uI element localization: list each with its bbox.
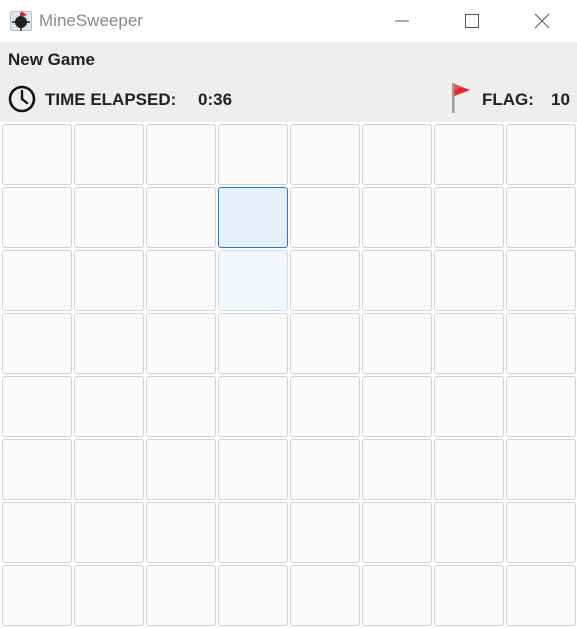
mine-cell[interactable] [146,565,216,626]
mine-cell[interactable] [506,376,576,437]
mine-cell[interactable] [218,187,288,248]
window-title: MineSweeper [39,11,143,30]
red-flag-icon [448,81,476,115]
mine-cell[interactable] [434,565,504,626]
mine-cell[interactable] [74,376,144,437]
mine-cell[interactable] [74,502,144,563]
mine-cell[interactable] [146,124,216,185]
minimize-button[interactable] [367,0,437,42]
status-bar: TIME ELAPSED: 0:36 FLAG: 10 [0,76,577,122]
mine-cell[interactable] [2,250,72,311]
mine-cell[interactable] [434,250,504,311]
mine-cell[interactable] [218,250,288,311]
mine-cell[interactable] [362,187,432,248]
mine-cell[interactable] [218,502,288,563]
mine-cell[interactable] [2,439,72,500]
mine-cell[interactable] [290,502,360,563]
mine-cell[interactable] [146,250,216,311]
mine-cell[interactable] [434,502,504,563]
mine-cell[interactable] [506,124,576,185]
maximize-icon [465,14,479,28]
mine-cell[interactable] [218,313,288,374]
mine-cell[interactable] [146,313,216,374]
mine-cell[interactable] [434,439,504,500]
mine-cell[interactable] [74,124,144,185]
mine-cell[interactable] [74,565,144,626]
mine-cell[interactable] [362,565,432,626]
time-elapsed-value: 0:36 [198,90,233,109]
mine-cell[interactable] [362,250,432,311]
mine-cell[interactable] [434,313,504,374]
mine-cell[interactable] [290,313,360,374]
mine-cell[interactable] [362,124,432,185]
menu-bar: New Game [0,42,577,76]
mine-cell[interactable] [506,187,576,248]
mine-cell[interactable] [434,376,504,437]
mine-cell[interactable] [290,376,360,437]
mine-cell[interactable] [506,502,576,563]
mine-cell[interactable] [290,565,360,626]
mine-cell[interactable] [362,439,432,500]
mine-cell[interactable] [74,250,144,311]
mine-cell[interactable] [2,187,72,248]
mine-cell[interactable] [290,250,360,311]
mine-cell[interactable] [362,502,432,563]
mine-cell[interactable] [218,376,288,437]
mine-cell[interactable] [290,124,360,185]
flag-count-label: FLAG: [482,90,534,109]
mine-cell[interactable] [2,376,72,437]
mine-cell[interactable] [2,124,72,185]
mine-cell[interactable] [146,502,216,563]
mine-cell[interactable] [2,502,72,563]
mine-cell[interactable] [146,187,216,248]
mine-cell[interactable] [146,376,216,437]
mine-cell[interactable] [506,313,576,374]
title-bar: MineSweeper [0,0,577,42]
close-icon [534,13,550,29]
mine-cell[interactable] [434,187,504,248]
mine-cell[interactable] [290,439,360,500]
clock-icon [7,84,37,114]
mine-cell[interactable] [362,376,432,437]
mine-cell[interactable] [218,565,288,626]
mine-cell[interactable] [2,565,72,626]
mine-cell[interactable] [362,313,432,374]
mine-cell[interactable] [146,439,216,500]
mine-cell[interactable] [506,250,576,311]
mine-cell[interactable] [2,313,72,374]
mine-cell[interactable] [506,439,576,500]
minimize-icon [395,20,409,22]
window-controls [367,0,577,42]
mine-cell[interactable] [218,124,288,185]
mine-cell[interactable] [218,439,288,500]
minefield-grid [0,122,577,628]
mine-cell[interactable] [74,187,144,248]
minesweeper-app-icon [9,9,33,33]
mine-cell[interactable] [74,313,144,374]
mine-cell[interactable] [434,124,504,185]
mine-cell[interactable] [74,439,144,500]
mine-cell[interactable] [506,565,576,626]
new-game-menu[interactable]: New Game [8,50,95,70]
maximize-button[interactable] [437,0,507,42]
time-elapsed-label: TIME ELAPSED: [45,90,177,109]
flag-count-value: 10 [551,90,570,109]
close-button[interactable] [507,0,577,42]
mine-cell[interactable] [290,187,360,248]
